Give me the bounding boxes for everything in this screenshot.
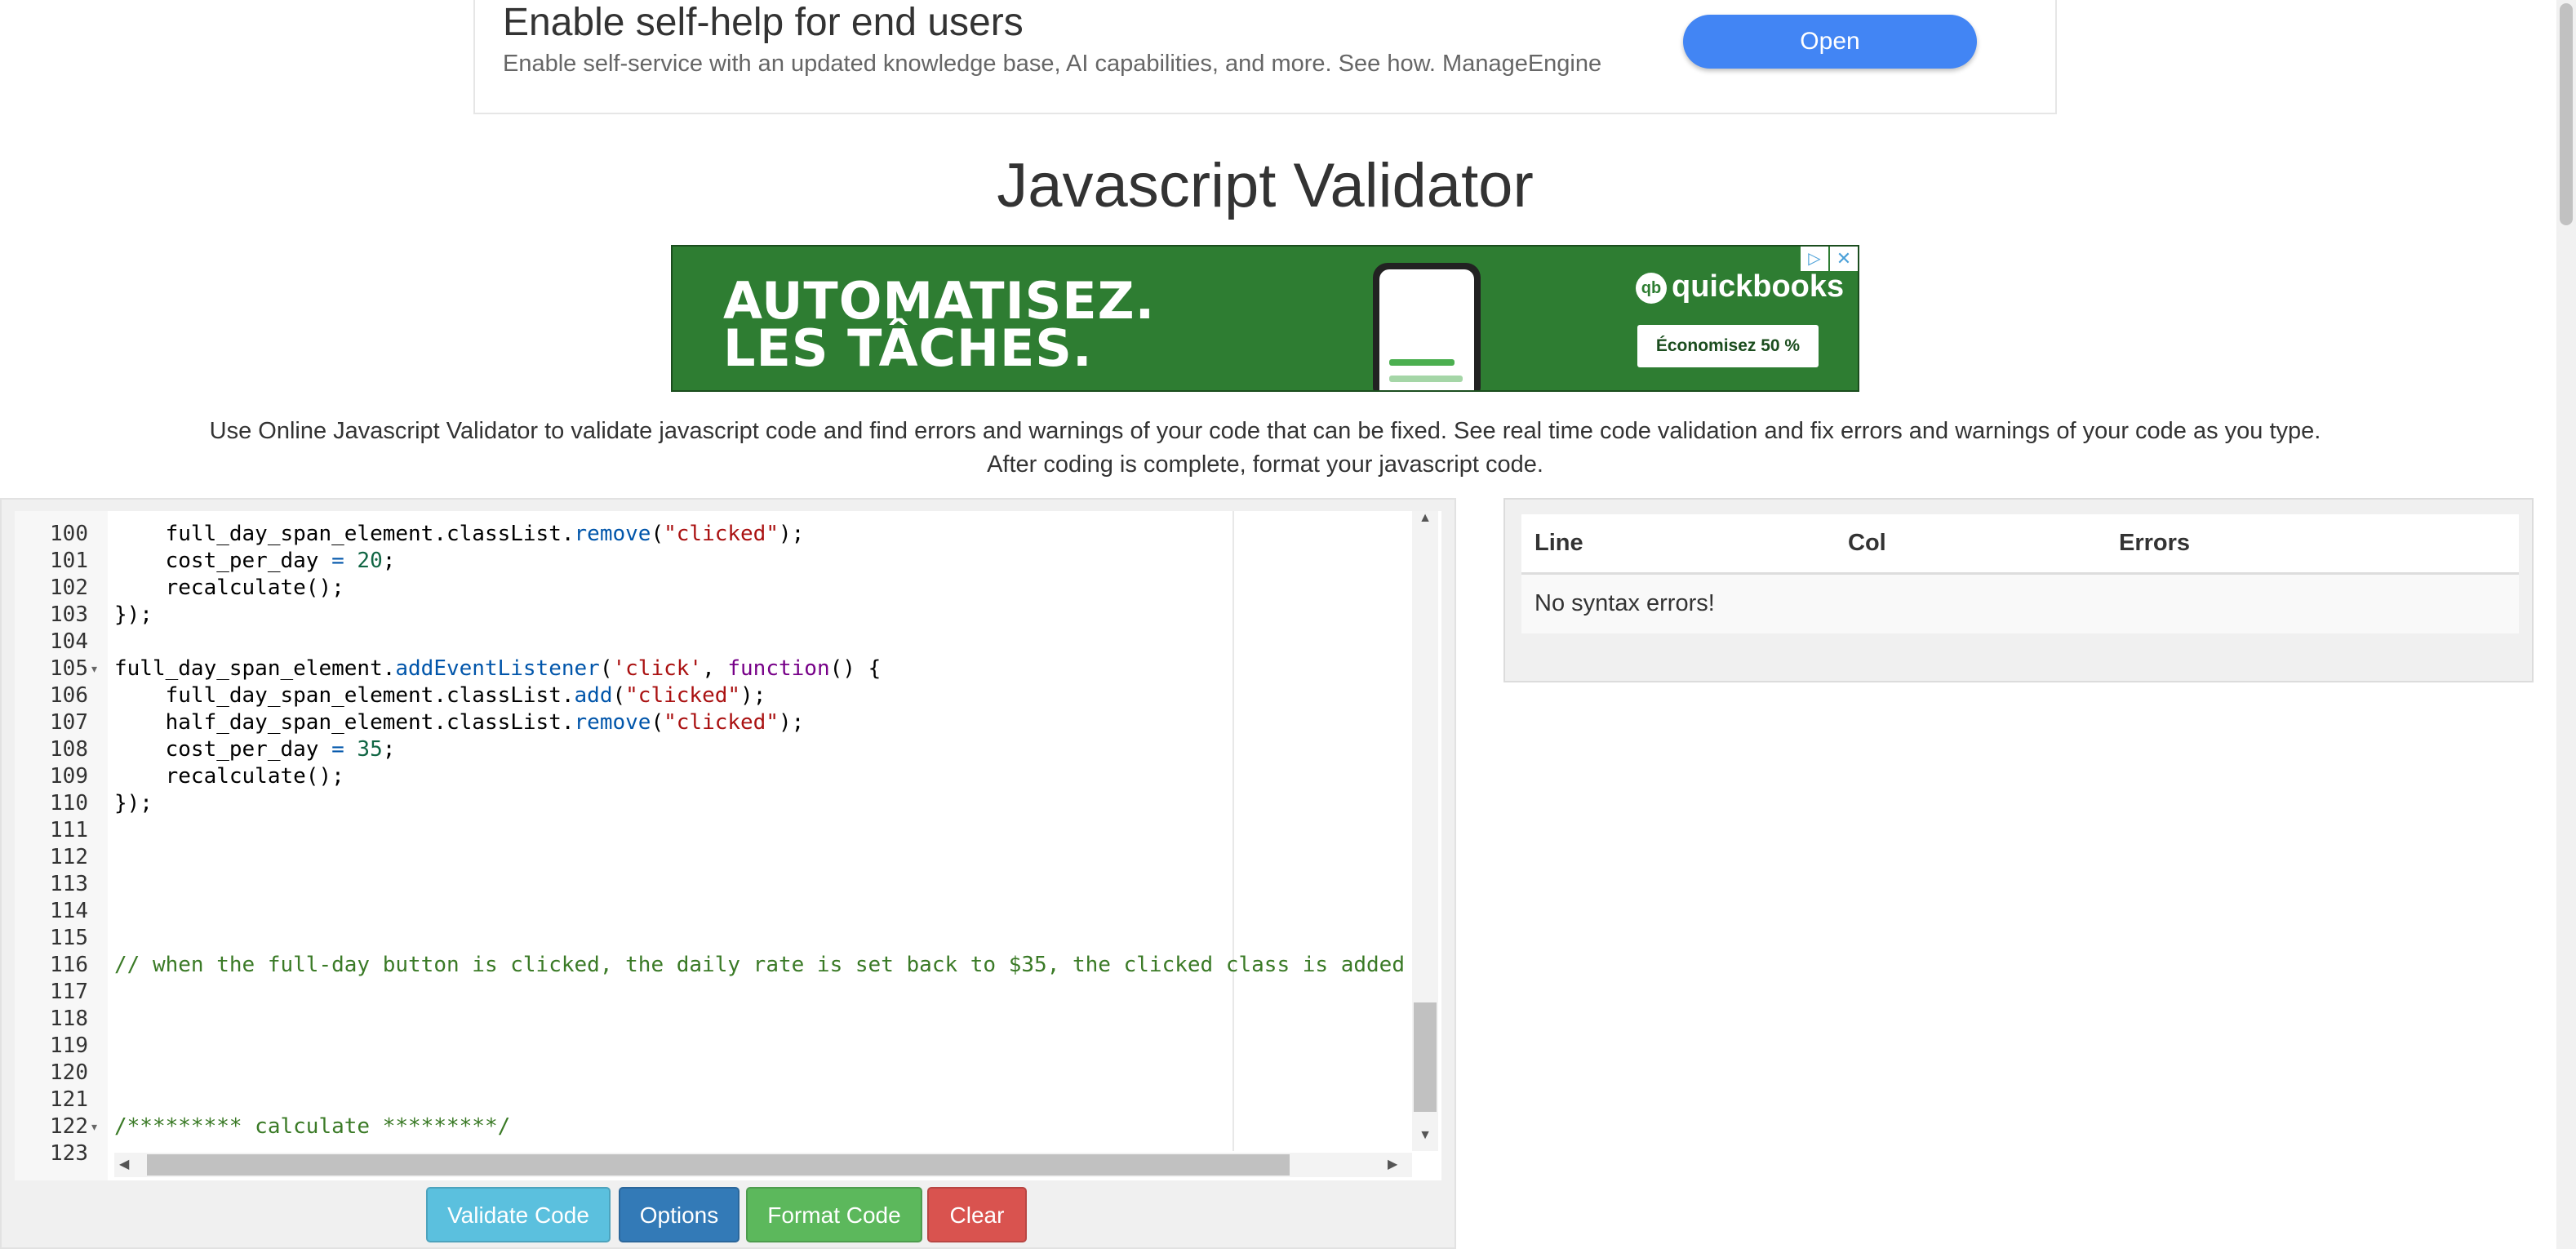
code-line[interactable]: /********* calculate *********/ bbox=[114, 1113, 510, 1140]
horizontal-scroll-thumb[interactable] bbox=[147, 1154, 1290, 1176]
line-number: 118 bbox=[50, 1007, 88, 1031]
line-number: 101 bbox=[50, 549, 88, 573]
line-number: 106 bbox=[50, 683, 88, 708]
line-number: 114 bbox=[50, 899, 88, 923]
line-number: 104 bbox=[50, 629, 88, 654]
fold-arrow-icon[interactable]: ▾ bbox=[91, 1113, 97, 1140]
ad-subtitle: Enable self-service with an updated know… bbox=[503, 51, 1602, 77]
line-number: 100 bbox=[50, 522, 88, 546]
line-number: 115 bbox=[50, 926, 88, 950]
phone-image bbox=[1373, 263, 1481, 390]
editor-horizontal-scrollbar[interactable]: ◀ ▶ bbox=[114, 1153, 1412, 1177]
ad-title: Enable self-help for end users bbox=[503, 1, 1024, 44]
line-number: 108 bbox=[50, 737, 88, 762]
banner-headline-2: LES TÂCHES. bbox=[723, 318, 1093, 378]
print-margin bbox=[1232, 511, 1234, 1151]
column-header-errors: Errors bbox=[2106, 514, 2519, 575]
scroll-left-icon[interactable]: ◀ bbox=[119, 1153, 129, 1177]
line-number: 109 bbox=[50, 764, 88, 789]
editor-panel: 100 101 102 103 104 105 ▾ 106 107 108 109 110 111 112… bbox=[0, 498, 1456, 1249]
line-number: 117 bbox=[50, 980, 88, 1004]
code-content[interactable]: full_day_span_element.classList.remove("… bbox=[114, 511, 1425, 1151]
ad-open-button[interactable]: Open bbox=[1683, 15, 1977, 69]
code-line[interactable]: }); bbox=[114, 602, 153, 629]
line-number: 116 bbox=[50, 953, 88, 977]
line-number: 120 bbox=[50, 1060, 88, 1085]
line-number: 103 bbox=[50, 602, 88, 627]
code-line[interactable]: recalculate(); bbox=[114, 763, 344, 790]
vertical-scroll-thumb[interactable] bbox=[1414, 1002, 1437, 1112]
page-title: Javascript Validator bbox=[997, 151, 1534, 220]
line-number: 105 bbox=[50, 656, 88, 681]
options-button[interactable]: Options bbox=[619, 1187, 739, 1242]
code-line[interactable]: full_day_span_element.addEventListener('… bbox=[114, 656, 881, 682]
editor-vertical-scrollbar[interactable]: ▲ ▼ bbox=[1412, 511, 1438, 1151]
format-code-button[interactable]: Format Code bbox=[746, 1187, 922, 1242]
code-editor[interactable]: 100 101 102 103 104 105 ▾ 106 107 108 109 110 111 112… bbox=[15, 511, 1441, 1180]
quickbooks-logo: qb quickbooks bbox=[1636, 269, 1844, 304]
line-number-gutter: 100 101 102 103 104 105 ▾ 106 107 108 109 110 111 112… bbox=[15, 511, 108, 1180]
column-header-col: Col bbox=[1835, 514, 2106, 575]
line-number: 110 bbox=[50, 791, 88, 816]
no-errors-message: No syntax errors! bbox=[1521, 573, 2519, 633]
code-line[interactable]: cost_per_day = 35; bbox=[114, 736, 396, 763]
code-line[interactable]: half_day_span_element.classList.remove("… bbox=[114, 709, 805, 736]
line-number: 121 bbox=[50, 1087, 88, 1112]
qb-brand-text: quickbooks bbox=[1672, 269, 1845, 304]
page-scrollbar[interactable] bbox=[2556, 0, 2576, 1249]
code-line[interactable]: cost_per_day = 20; bbox=[114, 548, 396, 575]
line-number: 119 bbox=[50, 1033, 88, 1058]
clear-button[interactable]: Clear bbox=[927, 1187, 1027, 1242]
scroll-up-icon[interactable]: ▲ bbox=[1412, 511, 1438, 526]
top-ad-banner[interactable]: Enable self-help for end users Enable se… bbox=[473, 0, 2057, 114]
table-row: No syntax errors! bbox=[1521, 573, 2519, 633]
scroll-right-icon[interactable]: ▶ bbox=[1388, 1153, 1397, 1177]
line-number: 111 bbox=[50, 818, 88, 842]
line-number: 112 bbox=[50, 845, 88, 869]
line-number: 102 bbox=[50, 576, 88, 600]
code-line[interactable]: full_day_span_element.classList.remove("… bbox=[114, 521, 805, 548]
results-table: Line Col Errors No syntax errors! bbox=[1521, 514, 2519, 633]
adchoices-icon[interactable]: ▷ bbox=[1801, 247, 1828, 271]
line-number: 122 bbox=[50, 1114, 88, 1139]
code-line[interactable]: recalculate(); bbox=[114, 575, 344, 602]
column-header-line: Line bbox=[1521, 514, 1835, 575]
scroll-down-icon[interactable]: ▼ bbox=[1412, 1128, 1438, 1143]
ad-close-icon[interactable]: ✕ bbox=[1830, 247, 1858, 271]
line-number: 123 bbox=[50, 1141, 88, 1166]
quickbooks-banner-ad[interactable]: AUTOMATISEZ. LES TÂCHES. qb quickbooks Éc… bbox=[671, 245, 1859, 392]
code-line[interactable]: full_day_span_element.classList.add("cli… bbox=[114, 682, 766, 709]
line-number: 113 bbox=[50, 872, 88, 896]
page-description: Use Online Javascript Validator to valid… bbox=[209, 418, 2321, 478]
code-line[interactable]: // when the full-day button is clicked, … bbox=[114, 952, 1425, 979]
code-line[interactable]: }); bbox=[114, 790, 153, 817]
banner-cta-button[interactable]: Économisez 50 % bbox=[1637, 325, 1819, 367]
fold-arrow-icon[interactable]: ▾ bbox=[91, 656, 97, 682]
qb-logo-icon: qb bbox=[1636, 272, 1667, 304]
results-panel: Line Col Errors No syntax errors! bbox=[1503, 498, 2534, 682]
page-scroll-thumb[interactable] bbox=[2560, 3, 2573, 225]
line-number: 107 bbox=[50, 710, 88, 735]
validate-code-button[interactable]: Validate Code bbox=[426, 1187, 611, 1242]
